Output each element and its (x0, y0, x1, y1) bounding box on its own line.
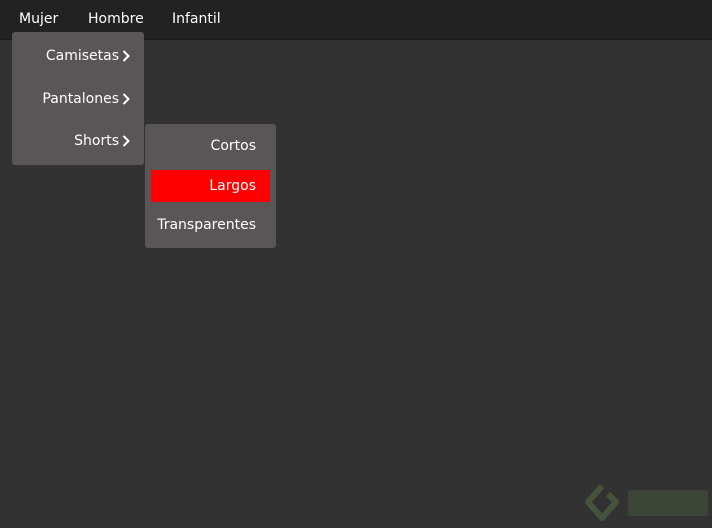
menu-item-shorts[interactable]: Shorts (12, 129, 144, 153)
menu-item-camisetas[interactable]: Camisetas (12, 44, 144, 68)
menu-item-pantalones[interactable]: Pantalones (12, 87, 144, 111)
mujer-dropdown-menu: Camisetas Pantalones Shorts (12, 32, 144, 165)
chevron-right-icon (122, 87, 134, 111)
chevron-right-icon (122, 129, 134, 153)
chevron-right-icon (122, 44, 134, 68)
menu-item-label: Pantalones (42, 91, 119, 107)
nav-item-infantil[interactable]: Infantil (172, 0, 221, 39)
menu-item-label: Shorts (74, 133, 119, 149)
page: Mujer Hombre Infantil Camisetas Pantalon… (0, 0, 712, 528)
menu-item-largos[interactable]: Largos (151, 170, 270, 202)
shorts-submenu: Cortos Largos Transparentes (145, 124, 276, 248)
menu-item-transparentes[interactable]: Transparentes (151, 209, 270, 241)
platzi-logo-icon (584, 480, 712, 528)
menu-item-cortos[interactable]: Cortos (151, 130, 270, 162)
menu-item-label: Camisetas (45, 48, 119, 64)
